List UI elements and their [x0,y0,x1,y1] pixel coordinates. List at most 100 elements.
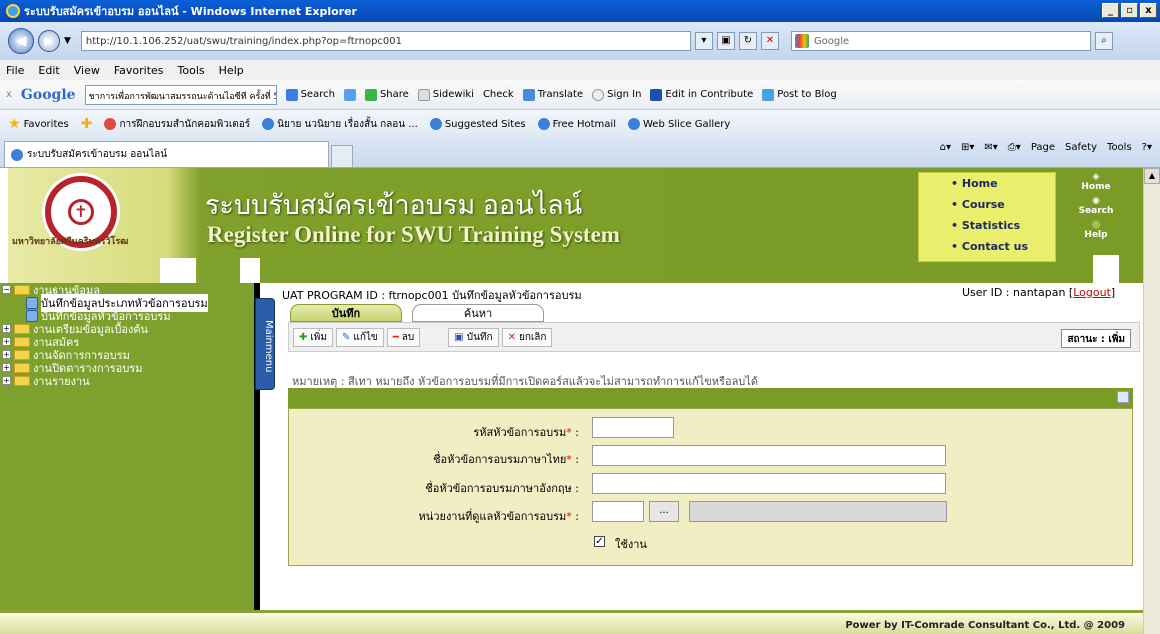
window-title: ระบบรับสมัครเข้าอบรม ออนไลน์ - Windows I… [24,5,357,18]
tab-active[interactable]: ระบบรับสมัครเข้าอบรม ออนไลน์ [4,141,329,167]
sidewiki-button[interactable]: Sidewiki [417,88,474,101]
mainmenu-toggle[interactable]: Mainmenu [255,298,275,390]
menu-favorites[interactable]: Favorites [114,64,164,77]
unit-label: หน่วยงานที่ดูแลหัวข้อการอบรม* : [418,510,579,523]
add-button[interactable]: ✚ เพิ่ม [293,327,333,347]
fav-link-2[interactable]: นิยาย นวนิยาย เรื่องสั้น กลอน ... [262,117,418,132]
form-toolbar: ✚ เพิ่ม ✎ แก้ไข ━ ลบ ▣ บันทึก ✕ ยกเลิก สถานะ … [288,322,1140,352]
stop-icon[interactable]: ✕ [760,32,779,50]
folder-icon [14,375,30,386]
cancel-button[interactable]: ✕ ยกเลิก [501,327,553,347]
fav-link-1[interactable]: การฝึกอบรมสำนักคอมพิวเตอร์ [104,117,250,132]
home-icon[interactable]: ⌂▾ [940,142,951,153]
banner-deco [1093,255,1119,283]
scroll-up-icon: ▲ [1144,168,1160,184]
menu-help[interactable]: Help [219,64,244,77]
collapse-icon[interactable] [1117,391,1129,403]
banner-deco [240,258,260,283]
nav-home[interactable]: Home [919,177,1055,198]
home-side-button[interactable]: ◈ Home [1072,172,1120,196]
tools-menu[interactable]: Tools [1107,142,1132,153]
folder-icon [14,362,30,373]
pencil-icon: ✎ [342,331,351,343]
tab-search[interactable]: ค้นหา [412,304,544,322]
plus-icon: ✚ [299,331,308,343]
search-icon[interactable]: ⌕ [1094,32,1113,50]
url-text: http://10.1.106.252/uat/swu/training/ind… [85,35,402,47]
active-label: ใช้งาน [615,538,647,551]
star-icon: ★ [8,116,21,132]
google-search-button[interactable]: Search [285,88,335,101]
mail-icon[interactable]: ✉▾ [984,142,997,153]
address-bar[interactable]: http://10.1.106.252/uat/swu/training/ind… [80,31,691,51]
ie-icon [6,4,20,18]
back-button[interactable]: ◀ [8,28,34,54]
menu-tools[interactable]: Tools [178,64,205,77]
compat-view-icon[interactable]: ▣ [716,32,735,50]
menu-file[interactable]: File [6,64,24,77]
address-dropdown-icon[interactable]: ▾ [694,32,713,50]
nav-contact[interactable]: Contact us [919,240,1055,261]
form-header [288,388,1133,408]
forward-button[interactable]: ▶ [38,30,60,52]
name-th-label: ชื่อหัวข้อการอบรมภาษาไทย* : [433,453,579,466]
code-input[interactable] [592,417,674,438]
feeds-icon[interactable]: ⊞▾ [961,142,974,153]
nav-course[interactable]: Course [919,198,1055,219]
save-button[interactable]: ▣ บันทึก [448,327,499,347]
google-logo: Google [20,86,76,103]
minimize-button[interactable]: _ [1102,3,1119,18]
favorites-button[interactable]: ★ Favorites [8,116,69,132]
nav-statistics[interactable]: Statistics [919,219,1055,240]
google-toolbar: x Google ชาการเพื่อการพัฒนาสมรรถนะด้านไอ… [0,80,1160,110]
plus-icon[interactable] [343,88,356,101]
folder-icon [14,349,30,360]
edit-in-contribute-button[interactable]: Edit in Contribute [650,88,753,101]
safety-menu[interactable]: Safety [1065,142,1097,153]
name-en-label: ชื่อหัวข้อการอบรมภาษาอังกฤษ : [425,482,579,495]
fav-link-3[interactable]: Suggested Sites [429,118,526,130]
menu-edit[interactable]: Edit [38,64,59,77]
tab-save[interactable]: บันทึก [290,304,402,322]
ie-page-icon [11,148,23,161]
new-tab-button[interactable] [331,145,353,167]
help-icon[interactable]: ?▾ [1142,142,1152,153]
refresh-icon[interactable]: ↻ [738,32,757,50]
translate-button[interactable]: Translate [522,88,583,101]
site-title-english: Register Online for SWU Training System [207,222,620,247]
add-favorite-icon[interactable]: ✚ [81,116,93,132]
unit-name-display [689,501,947,522]
search-side-button[interactable]: ◉ Search [1072,196,1120,220]
active-checkbox[interactable]: ✓ [594,536,605,547]
share-button[interactable]: Share [364,88,409,101]
delete-button[interactable]: ━ ลบ [386,327,421,347]
google-icon [794,34,809,48]
browse-button[interactable]: ... [649,501,679,522]
search-input[interactable]: Google [790,31,1091,51]
scrollbar[interactable]: ▲ [1143,168,1160,634]
top-nav: Home Course Statistics Contact us [918,172,1056,262]
print-icon[interactable]: ⎙▾ [1008,142,1021,153]
minus-icon: ━ [392,331,399,343]
google-query-input[interactable]: ชาการเพื่อการพัฒนาสมรรถนะด้านไอซีที ครั้… [84,84,277,105]
spell-check-button[interactable]: Check [483,89,514,100]
name-en-input[interactable] [592,473,946,494]
fav-link-5[interactable]: Web Slice Gallery [627,118,730,130]
unit-code-input[interactable] [592,501,644,522]
logout-link[interactable]: Logout [1073,286,1111,299]
close-toolbar-icon[interactable]: x [6,89,12,100]
page-menu[interactable]: Page [1031,142,1055,153]
edit-button[interactable]: ✎ แก้ไข [336,327,384,347]
database-icon [26,296,38,309]
menu-view[interactable]: View [74,64,100,77]
sign-in-button[interactable]: Sign In [592,88,641,101]
post-to-blog-button[interactable]: Post to Blog [762,88,837,101]
maximize-button[interactable]: ▫ [1121,3,1138,18]
help-side-button[interactable]: ◎ Help [1072,220,1120,244]
code-label: รหัสหัวข้อการอบรม* : [473,426,579,439]
footer: Power by IT-Comrade Consultant Co., Ltd.… [0,610,1143,634]
name-th-input[interactable] [592,445,946,466]
close-button[interactable]: x [1140,3,1157,18]
fav-link-4[interactable]: Free Hotmail [537,118,616,130]
recent-pages-chevron-icon[interactable]: ▼ [64,36,71,46]
